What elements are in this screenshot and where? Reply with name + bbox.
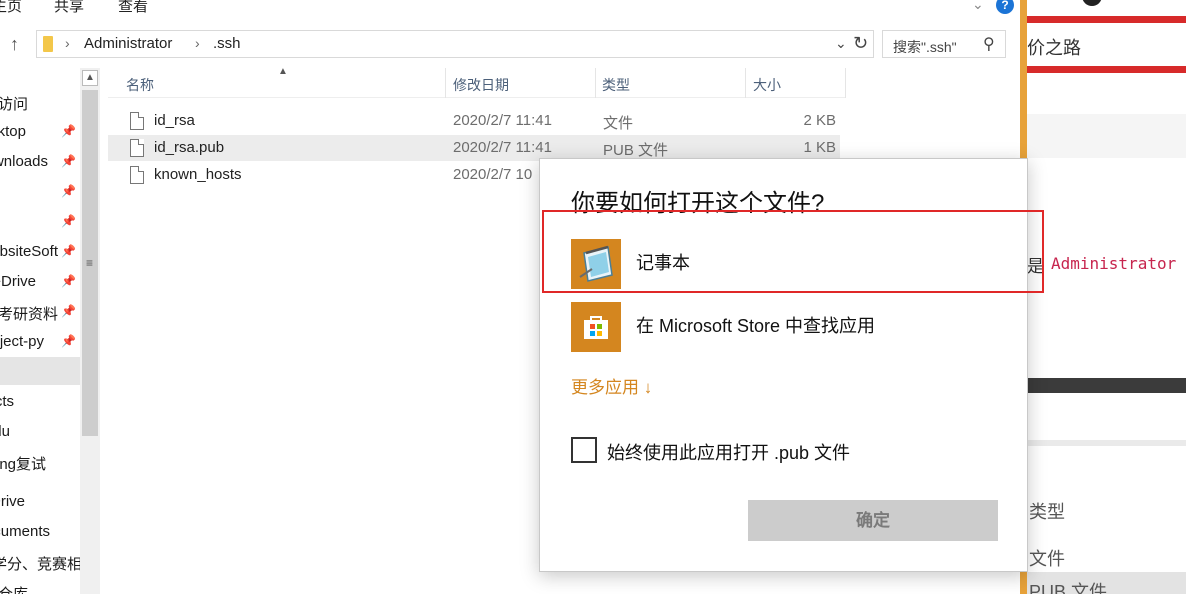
highlight-box <box>542 210 1044 293</box>
address-bar[interactable]: › Administrator › .ssh ⌄ ↻ <box>36 30 874 58</box>
folder-icon <box>43 36 53 52</box>
refresh-icon[interactable]: ↻ <box>853 33 868 54</box>
nav-item[interactable]: 访问 <box>0 90 80 116</box>
nav-item[interactable]: project-py📌 <box>0 330 80 356</box>
search-icon: ⚲ <box>983 36 995 53</box>
ribbon-tab-view[interactable]: 查看 <box>118 0 148 16</box>
pin-icon: 📌 <box>61 274 76 288</box>
file-date: 2020/2/7 10 <box>453 166 533 183</box>
file-name: id_rsa.pub <box>154 139 225 156</box>
file-type: 文件 <box>603 115 634 132</box>
search-box[interactable]: 搜索".ssh" ⚲ <box>882 30 1006 58</box>
nav-item[interactable]: 考研资料 📌 <box>0 300 80 326</box>
ribbon-tab-home[interactable]: 主页 <box>0 0 22 16</box>
pin-icon: 📌 <box>61 334 76 348</box>
ok-button[interactable]: 确定 <box>748 500 998 541</box>
divider <box>1027 16 1186 23</box>
breadcrumb-administrator[interactable]: Administrator <box>84 35 172 52</box>
file-date: 2020/2/7 11:41 <box>453 139 552 156</box>
inline-code: Administrator <box>1051 254 1177 273</box>
nav-scrollbar[interactable]: ▲ ≡ <box>80 68 100 594</box>
nav-item[interactable]: OneDrive <box>0 490 80 516</box>
nav-item[interactable]: 📌 <box>0 210 80 236</box>
column-header-modified[interactable]: 修改日期 <box>446 68 596 98</box>
breadcrumb-ssh[interactable]: .ssh <box>213 35 241 52</box>
search-input[interactable]: 搜索".ssh" <box>893 37 957 57</box>
pin-icon: 📌 <box>61 304 76 318</box>
ribbon-tab-share[interactable]: 共享 <box>54 0 84 16</box>
avatar <box>1082 0 1102 6</box>
nav-item[interactable]: Desktop📌 <box>0 120 80 146</box>
column-header-name[interactable]: 名称 <box>108 68 446 98</box>
nav-item[interactable]: Beijing复试 <box>0 450 80 476</box>
nav-item[interactable]: 代码仓库 <box>0 580 80 594</box>
nav-item-selected[interactable] <box>0 357 80 385</box>
divider <box>1027 66 1186 73</box>
nav-item[interactable]: Objects <box>0 390 80 416</box>
chevron-right-icon: › <box>65 35 70 51</box>
nav-item[interactable]: Downloads📌 <box>0 150 80 176</box>
divider <box>1027 440 1186 446</box>
file-date: 2020/2/7 11:41 <box>453 112 552 129</box>
always-use-label[interactable]: 始终使用此应用打开 .pub 文件 <box>607 439 850 465</box>
help-icon[interactable]: ? <box>996 0 1014 14</box>
file-name: id_rsa <box>154 112 195 129</box>
file-size: 1 KB <box>803 139 836 156</box>
navigation-pane: 访问 Desktop📌 Downloads📌 📌 📌 WebsiteSoft📌 … <box>0 68 80 594</box>
grip-icon: ≡ <box>86 256 94 270</box>
file-icon <box>130 112 144 130</box>
code-block <box>1027 378 1186 393</box>
up-arrow-icon[interactable]: ↑ <box>10 34 19 55</box>
column-header-row: ▲ 名称 修改日期 类型 大小 <box>108 66 846 98</box>
chevron-right-icon: › <box>195 35 200 51</box>
nav-item[interactable]: Documents <box>0 520 80 546</box>
open-with-dialog: 你要如何打开这个文件? 记事本 在 Microsoft Store 中查找应用 <box>539 158 1044 572</box>
table-header-type: 类型 <box>1029 502 1065 522</box>
store-icon <box>571 302 621 352</box>
file-name: known_hosts <box>154 166 242 183</box>
nav-item[interactable]: WebsiteSoft📌 <box>0 240 80 266</box>
panel <box>1027 114 1186 158</box>
file-size: 2 KB <box>803 112 836 129</box>
pin-icon: 📌 <box>61 124 76 138</box>
always-use-checkbox[interactable] <box>571 437 597 463</box>
file-icon <box>130 139 144 157</box>
nav-item[interactable]: Baidu <box>0 420 80 446</box>
expand-ribbon-icon[interactable]: ⌄ <box>972 0 984 13</box>
pin-icon: 📌 <box>61 154 76 168</box>
column-header-size[interactable]: 大小 <box>746 68 846 98</box>
table-cell: PUB 文件 <box>1029 582 1108 594</box>
file-type: PUB 文件 <box>603 142 669 159</box>
scroll-up-icon[interactable]: ▲ <box>82 70 98 86</box>
table-cell: 文件 <box>1029 549 1065 569</box>
chevron-down-icon[interactable]: ⌄ <box>835 35 847 52</box>
column-header-type[interactable]: 类型 <box>596 68 746 98</box>
nav-item[interactable]: 📌 <box>0 180 80 206</box>
app-name: 在 Microsoft Store 中查找应用 <box>636 316 876 336</box>
file-row[interactable]: id_rsa 2020/2/7 11:41 文件 2 KB <box>108 108 846 134</box>
background-webpage: 价之路 是 Administrator 类型 文件 PUB 文件 <box>1027 0 1186 594</box>
page-heading: 价之路 <box>1027 38 1081 58</box>
ribbon: 主页 共享 查看 ⌄ ? <box>0 0 1020 20</box>
app-option-store[interactable]: 在 Microsoft Store 中查找应用 <box>571 302 1011 354</box>
pin-icon: 📌 <box>61 214 76 228</box>
more-apps-link[interactable]: 更多应用 ↓ <box>571 373 652 398</box>
nav-item[interactable]: 学分、竞赛相 <box>0 550 80 576</box>
file-icon <box>130 166 144 184</box>
nav-item[interactable]: OneDrive📌 <box>0 270 80 296</box>
pin-icon: 📌 <box>61 244 76 258</box>
pin-icon: 📌 <box>61 184 76 198</box>
